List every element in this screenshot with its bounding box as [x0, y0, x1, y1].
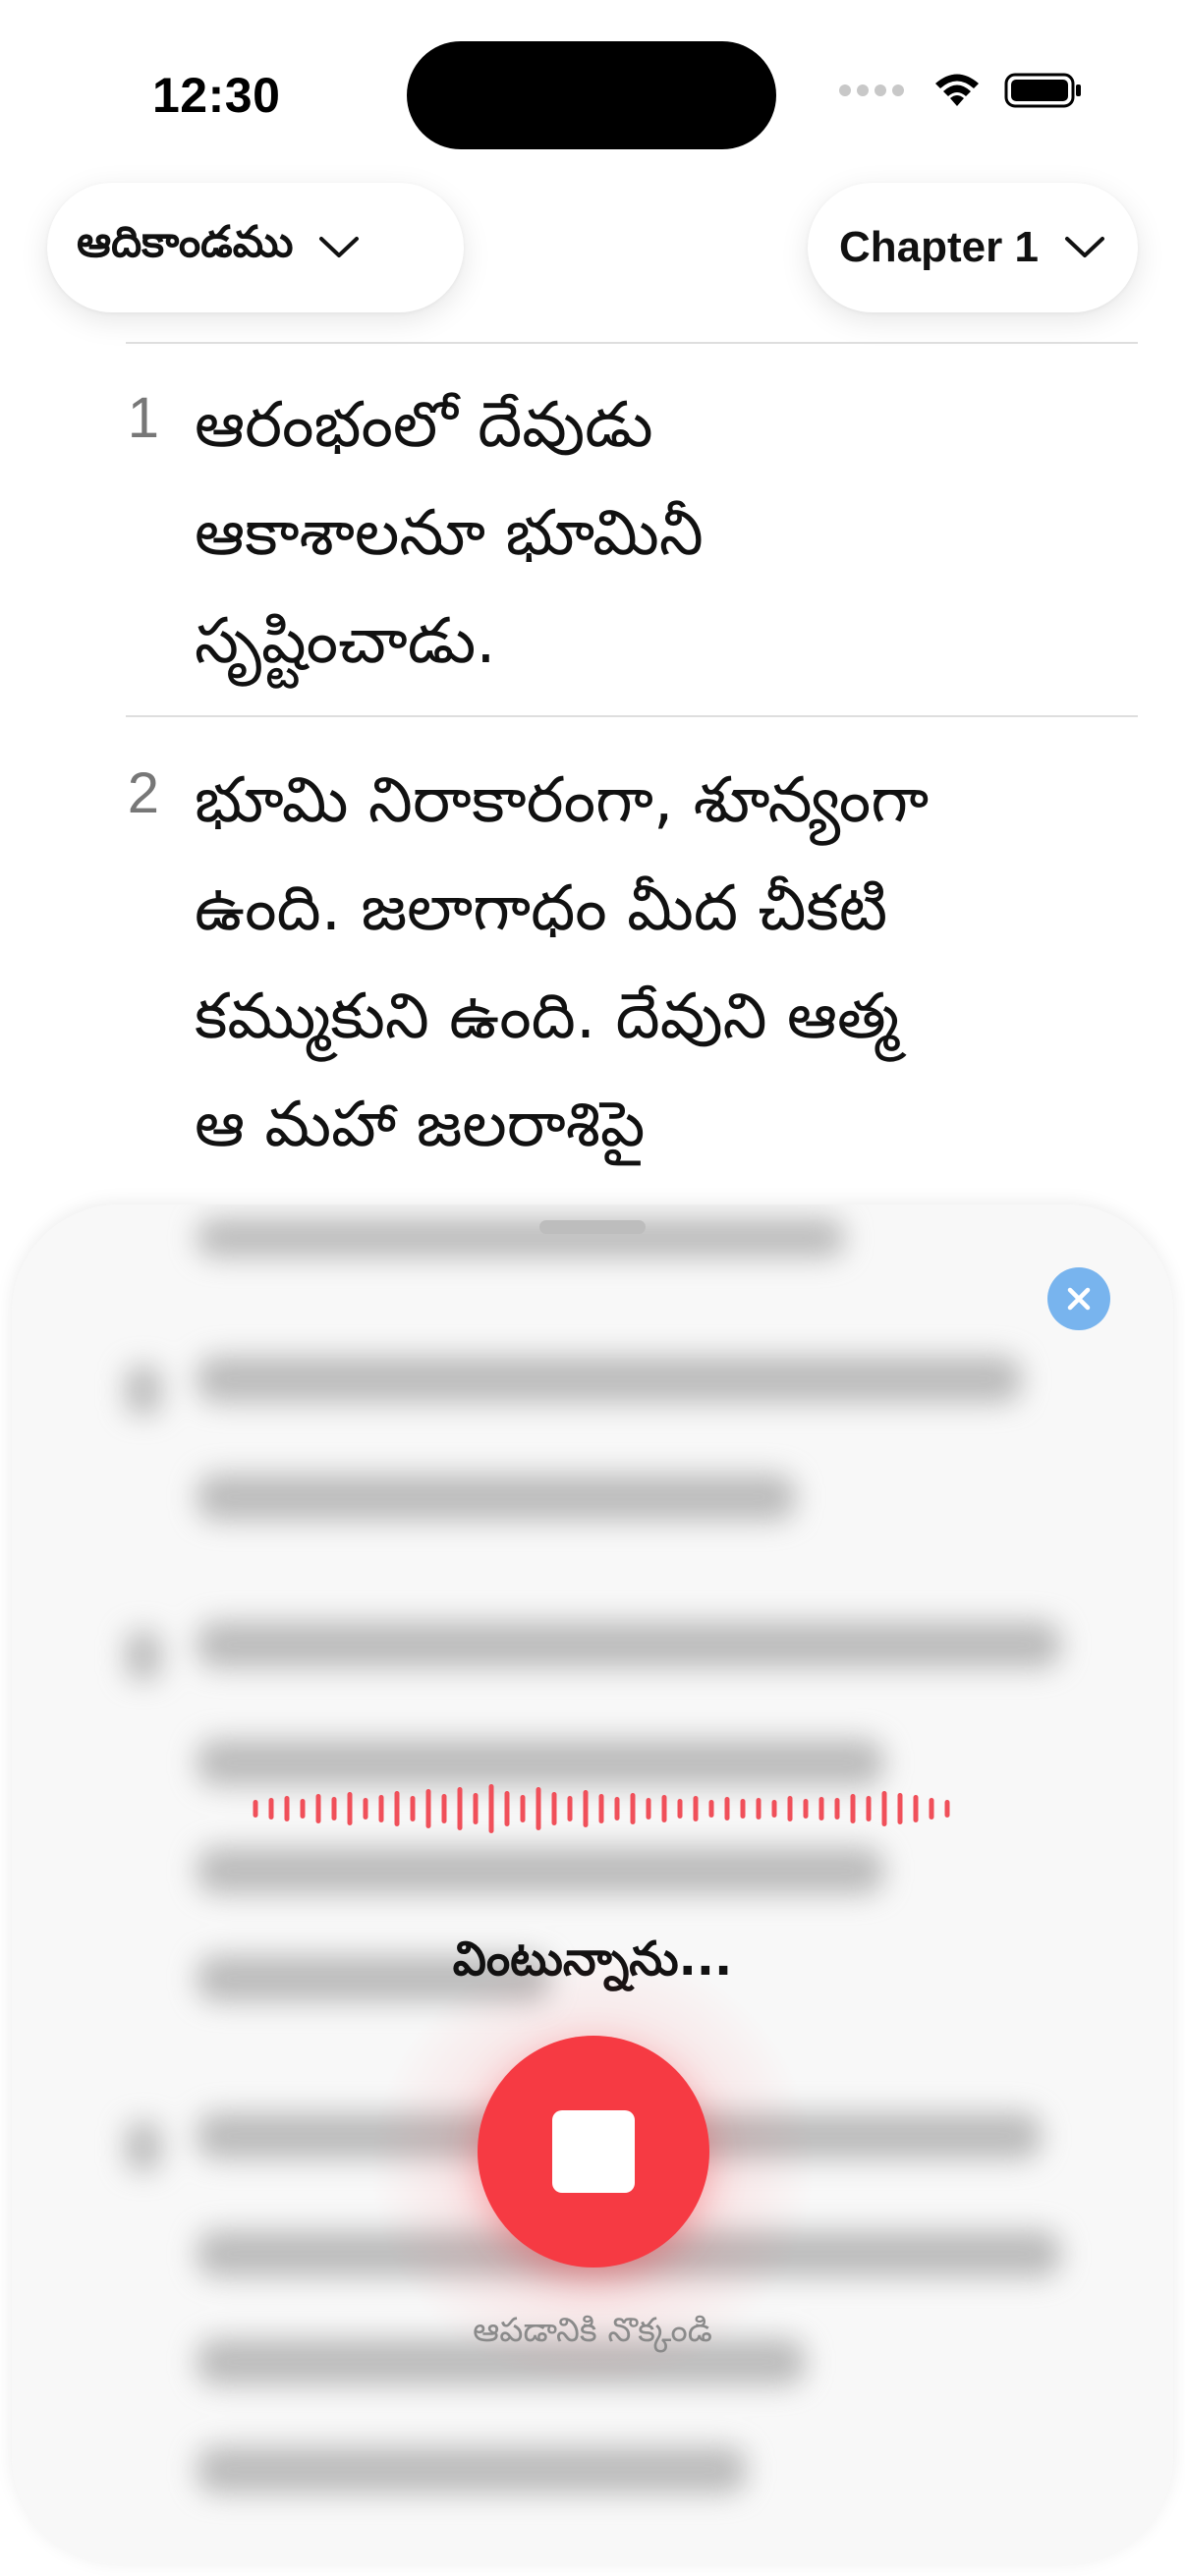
close-icon [1067, 1287, 1091, 1311]
divider [126, 715, 1138, 717]
waveform-bar [771, 1800, 777, 1818]
waveform-bar [724, 1797, 730, 1820]
waveform-bar [850, 1794, 856, 1823]
verse-text: భూమి నిరాకారంగా, శూన్యంగా ఉంది. జలాగాధం … [195, 747, 1177, 1179]
waveform-bar [378, 1795, 384, 1822]
waveform-bar [787, 1796, 793, 1821]
cellular-signal-icon [839, 84, 904, 96]
waveform-bar [614, 1797, 620, 1820]
waveform-bar [630, 1793, 636, 1824]
book-selector[interactable]: ఆదికాండము [47, 183, 464, 312]
waveform-bar [347, 1792, 353, 1825]
waveform-bar [488, 1784, 494, 1833]
chapter-selector-label: Chapter 1 [839, 223, 1039, 271]
waveform-bar [331, 1797, 337, 1820]
status-icons [839, 71, 1083, 110]
waveform-bar [708, 1800, 714, 1818]
waveform-bar [881, 1791, 887, 1826]
waveform-bar [300, 1799, 306, 1819]
verse-line: ఆ మహా జలరాశిపై [195, 1089, 646, 1161]
verse-number: 1 [127, 386, 159, 450]
waveform-bar [866, 1796, 872, 1821]
waveform-bar [284, 1796, 290, 1821]
waveform-bar [661, 1795, 667, 1822]
waveform-bar [457, 1787, 463, 1830]
waveform-bar [504, 1791, 510, 1826]
waveform-bar [536, 1787, 541, 1830]
waveform-bar [598, 1794, 604, 1823]
waveform-bar [363, 1798, 368, 1820]
dynamic-island [407, 41, 776, 149]
stop-recording-button[interactable] [478, 2036, 709, 2268]
waveform-bar [646, 1798, 651, 1820]
verse-line: కమ్ముకుని ఉంది. దేవుని ఆత్మ [195, 980, 900, 1053]
stop-icon [552, 2110, 635, 2193]
waveform-bar [693, 1796, 699, 1821]
battery-icon [1004, 73, 1081, 108]
tap-to-stop-hint: ఆపడానికి నొక్కండి [473, 2311, 712, 2350]
waveform-bar [913, 1795, 919, 1822]
verse-line: భూమి నిరాకారంగా, శూన్యంగా [195, 764, 930, 837]
chevron-down-icon [1064, 237, 1104, 257]
waveform-bar [897, 1793, 903, 1824]
sheet-grabber[interactable] [539, 1220, 646, 1234]
waveform-bar [756, 1798, 762, 1820]
app-screen: 12:30 ఆదికాండము Chapter 1 1 ఆరంభంలో దేవు… [0, 0, 1185, 2576]
close-button[interactable] [1047, 1267, 1110, 1330]
audio-waveform [253, 1784, 950, 1833]
waveform-bar [740, 1799, 746, 1819]
verse-line: ఉంది. జలాగాధం మీద చీకటి [195, 872, 888, 945]
waveform-bar [253, 1800, 258, 1818]
waveform-bar [551, 1792, 557, 1825]
verse-line: ఆరంభంలో దేవుడు [195, 389, 653, 462]
waveform-bar [394, 1791, 400, 1826]
waveform-bar [520, 1795, 526, 1822]
waveform-bar [834, 1798, 840, 1820]
voice-input-sheet: వింటున్నాను... ఆపడానికి నొక్కండి [12, 1204, 1173, 2564]
waveform-bar [583, 1790, 589, 1827]
chevron-down-icon [319, 237, 360, 257]
divider [126, 342, 1138, 344]
waveform-bar [929, 1798, 934, 1820]
waveform-bar [441, 1794, 447, 1823]
waveform-bar [410, 1796, 416, 1821]
waveform-bar [425, 1789, 431, 1828]
waveform-bar [315, 1794, 321, 1823]
waveform-bar [803, 1799, 809, 1819]
verse-line: సృష్టించాడు. [195, 605, 496, 678]
book-selector-label: ఆదికాండము [77, 217, 294, 266]
status-time: 12:30 [152, 68, 281, 123]
verse-number: 2 [127, 761, 159, 825]
verse-text: ఆరంభంలో దేవుడు ఆకాశాలనూ భూమినీ సృష్టించా… [195, 371, 1177, 696]
waveform-bar [677, 1799, 683, 1819]
waveform-bar [818, 1797, 824, 1820]
waveform-bar [268, 1798, 274, 1820]
waveform-bar [944, 1800, 950, 1818]
wifi-icon [935, 74, 979, 106]
waveform-bar [567, 1796, 573, 1821]
chapter-selector[interactable]: Chapter 1 [808, 183, 1138, 312]
verse-line: ఆకాశాలనూ భూమినీ [195, 497, 704, 570]
waveform-bar [473, 1793, 479, 1824]
